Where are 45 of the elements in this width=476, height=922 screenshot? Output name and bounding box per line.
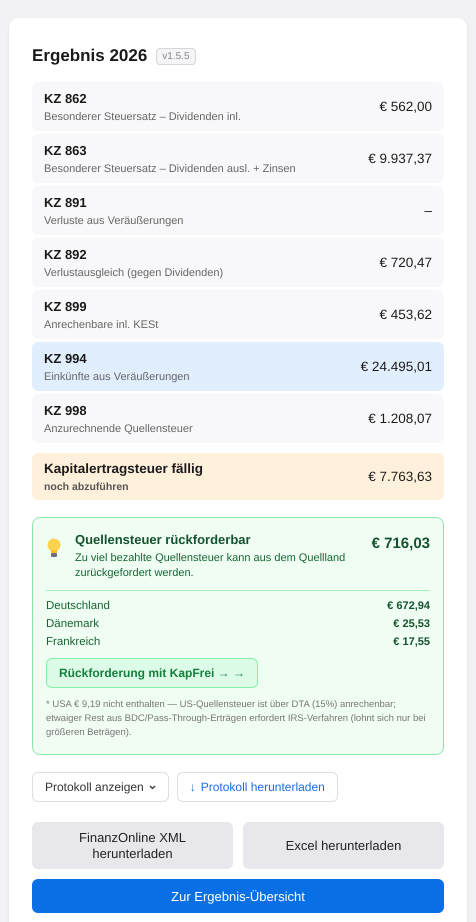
tax-due-subtitle: noch abzuführen xyxy=(44,480,130,492)
kz-amount: € 720,47 xyxy=(379,255,432,270)
kz-code: KZ 998 xyxy=(44,402,88,418)
tax-due-title: Kapitalertragsteuer fällig xyxy=(44,460,204,476)
show-protocol-button[interactable]: Protokoll anzeigen xyxy=(32,772,169,802)
refund-amount: € 716,03 xyxy=(372,534,430,552)
kz-code: KZ 862 xyxy=(44,90,88,106)
lightbulb-icon xyxy=(46,538,62,558)
kz-amount: € 1.208,07 xyxy=(368,411,432,426)
kz-code: KZ 891 xyxy=(44,194,88,210)
footnote: * USA € 9,19 nicht enthalten — US-Quellensteuer ist über DTA (15%) anrechenbar; etwaiger Rest aus BDC/Pass-Through-Erträgen erfordert IRS-Verfahren (lohnt sich nur bei größeren Beträgen). xyxy=(46,698,427,740)
country-amount: € 672,94 xyxy=(387,600,430,612)
kz-code: KZ 892 xyxy=(44,246,88,262)
download-protocol-button[interactable]: ↓ Protokoll herunterladen xyxy=(176,772,338,802)
version-badge: v1.5.5 xyxy=(156,48,196,64)
kz-label: Anrechenbare inl. KESt xyxy=(44,318,158,330)
kz-amount: € 453,62 xyxy=(379,307,432,322)
country-name: Dänemark xyxy=(46,618,100,630)
country-amount: € 17,55 xyxy=(393,636,430,648)
refund-title: Quellensteuer rückforderbar xyxy=(75,532,252,547)
kz-label: Anzurechnende Quellensteuer xyxy=(44,422,193,434)
overview-button[interactable]: Zur Ergebnis-Übersicht xyxy=(32,879,444,913)
kz-code: KZ 863 xyxy=(44,142,88,158)
kz-amount: € 562,00 xyxy=(379,99,432,114)
country-name: Frankreich xyxy=(46,636,100,648)
download-button[interactable]: FinanzOnline XML herunterladen xyxy=(32,822,233,869)
country-amount: € 25,53 xyxy=(393,618,430,630)
kz-label: Verluste aus Veräußerungen xyxy=(44,214,184,226)
download-button[interactable]: Excel herunterladen xyxy=(243,822,444,869)
chevron-down-icon xyxy=(148,784,156,790)
kz-code: KZ 994 xyxy=(44,350,88,366)
kz-label: Verlustausgleich (gegen Dividenden) xyxy=(44,266,224,278)
download-arrow: ↓ xyxy=(190,780,196,794)
page-title: Ergebnis 2026 xyxy=(32,46,148,66)
refund-button[interactable]: Rückforderung mit KapFrei → → xyxy=(46,658,258,688)
kz-amount: – xyxy=(424,203,432,218)
country-name: Deutschland xyxy=(46,600,110,612)
kz-label: Besonderer Steuersatz – Dividenden ausl. + Zinsen xyxy=(44,162,296,174)
kz-label: Besonderer Steuersatz – Dividenden inl. xyxy=(44,110,241,122)
tax-due-amount: € 7.763,63 xyxy=(368,469,432,484)
refund-description: Zu viel bezahlte Quellensteuer kann aus dem Quellland zurückgefordert werden. xyxy=(75,551,346,581)
kz-amount: € 9.937,37 xyxy=(368,151,432,166)
kz-label: Einkünfte aus Veräußerungen xyxy=(44,370,190,382)
kz-code: KZ 899 xyxy=(44,298,88,314)
kz-amount: € 24.495,01 xyxy=(360,359,432,374)
